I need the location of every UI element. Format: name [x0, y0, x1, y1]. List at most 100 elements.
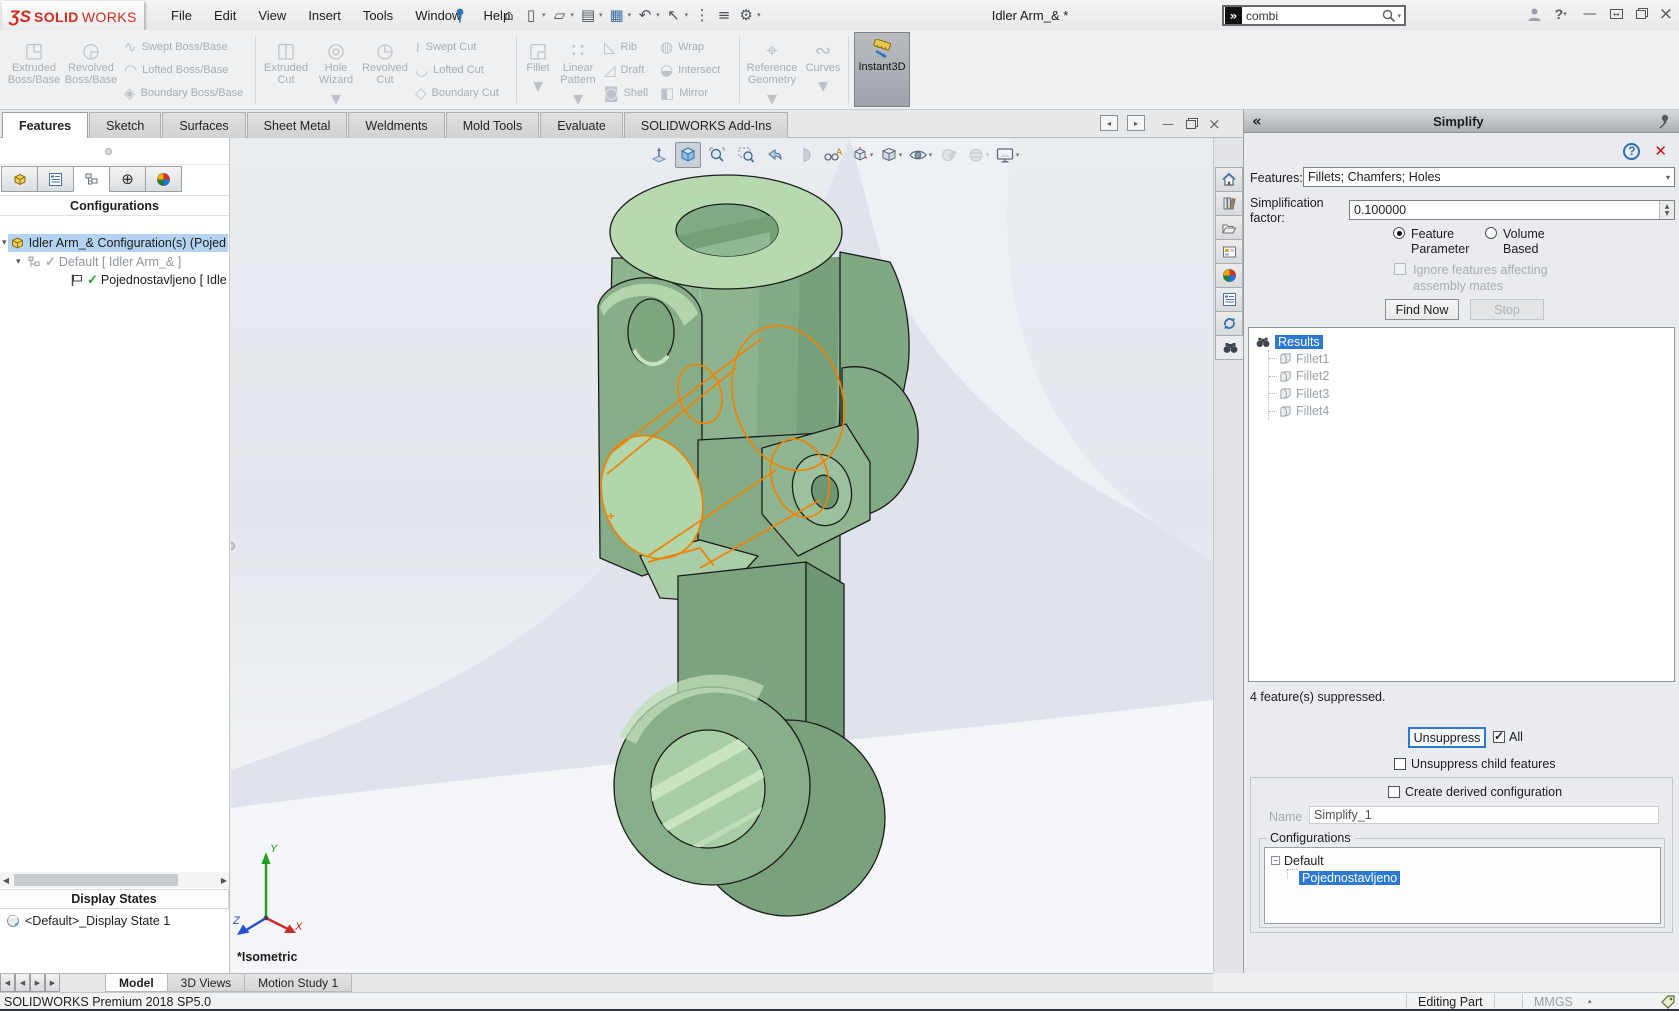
result-fillet-row[interactable]: Fillet4 — [1269, 403, 1668, 421]
display-manager-tab[interactable] — [145, 166, 182, 192]
extruded-cut-button[interactable]: ◫Extruded Cut — [259, 32, 313, 107]
configuration-manager-tab[interactable] — [73, 166, 110, 192]
model-3d[interactable] — [231, 138, 1213, 973]
search-results-tab[interactable] — [1215, 335, 1245, 360]
doc-close-icon[interactable]: × — [1208, 115, 1221, 133]
prev-tab-icon[interactable]: ◀ — [15, 974, 30, 992]
checkbox-icon[interactable] — [1394, 758, 1406, 770]
collapse-left-pane-icon[interactable]: ◂ — [1100, 115, 1118, 131]
swept-cut-button[interactable]: ≀Swept Cut — [415, 36, 513, 57]
expand-right-pane-icon[interactable]: ▸ — [1127, 115, 1145, 131]
bottom-tab[interactable]: Model — [105, 974, 168, 992]
restore-window-icon[interactable] — [1636, 10, 1646, 19]
first-tab-icon[interactable]: ◀ — [0, 974, 15, 992]
splitter-handle-icon[interactable] — [105, 148, 112, 155]
revolved-cut-button[interactable]: ◷Revolved Cut — [359, 32, 411, 107]
draft-button[interactable]: ◿Draft — [604, 59, 658, 80]
hole-wizard-button[interactable]: ◎Hole Wizard▾ — [313, 32, 359, 107]
next-tab-icon[interactable]: ▶ — [30, 974, 45, 992]
select-caret-icon[interactable]: ▾ — [685, 11, 689, 19]
spin-up-icon[interactable]: ▲ — [1665, 203, 1670, 210]
results-list-box[interactable]: Results Fillet1 Fillet2 Fillet3 Fille — [1248, 327, 1675, 682]
config-default-node[interactable]: − Default — [1271, 852, 1654, 869]
close-dialog-icon[interactable]: ✕ — [1654, 142, 1667, 160]
result-fillet-row[interactable]: Fillet2 — [1269, 368, 1668, 386]
search-input[interactable] — [1246, 9, 1381, 23]
zoom-fit-icon[interactable] — [704, 142, 730, 168]
find-now-button[interactable]: Find Now — [1385, 299, 1459, 320]
zoom-area-icon[interactable] — [733, 142, 759, 168]
lofted-cut-button[interactable]: ◡Lofted Cut — [415, 59, 513, 80]
status-tag-icon[interactable] — [1660, 994, 1676, 1011]
config-default-row[interactable]: ▾ ✓ Default [ Idler Arm_& ] — [16, 253, 228, 271]
view-palette-tab[interactable] — [1215, 239, 1243, 264]
lofted-boss-button[interactable]: ◠Lofted Boss/Base — [124, 59, 252, 80]
command-tab[interactable]: Evaluate — [540, 112, 623, 138]
scrollbar-thumb[interactable] — [14, 874, 178, 886]
edit-appearance-icon[interactable] — [936, 142, 962, 168]
section-view-icon[interactable] — [791, 142, 817, 168]
command-tab[interactable]: SOLIDWORKS Add-Ins — [624, 112, 789, 138]
boundary-boss-button[interactable]: ◈Boundary Boss/Base — [124, 82, 252, 103]
rib-button[interactable]: ◺Rib — [604, 36, 658, 57]
help-icon[interactable]: ? — [1623, 143, 1640, 160]
features-dropdown[interactable]: Fillets; Chamfers; Holes ▾ — [1303, 167, 1675, 187]
fillet-caret-icon[interactable]: ▾ — [533, 75, 543, 95]
graphics-viewport[interactable]: A ▾ ▾ ▾ ▾ ▾ Y Z X *Isometric — [231, 138, 1213, 973]
swept-boss-button[interactable]: ∿Swept Boss/Base — [124, 36, 252, 57]
home-tab[interactable] — [1215, 167, 1243, 192]
pin-menubar-icon[interactable] — [452, 7, 466, 26]
open-icon[interactable]: ▱ — [549, 3, 571, 27]
intersect-button[interactable]: ◒Intersect — [660, 59, 736, 80]
display-state-item[interactable]: <Default>_Display State 1 — [6, 912, 170, 930]
bottom-tab[interactable]: Motion Study 1 — [244, 974, 352, 992]
create-derived-checkbox[interactable]: Create derived configuration — [1388, 785, 1562, 799]
linear-pattern-button[interactable]: ∷Linear Pattern▾ — [556, 32, 600, 107]
menu-item[interactable]: Insert — [297, 2, 352, 28]
hole-wizard-caret-icon[interactable]: ▾ — [331, 88, 341, 108]
user-account-icon[interactable] — [1527, 7, 1542, 22]
checkbox-icon[interactable] — [1388, 786, 1400, 798]
linear-pattern-caret-icon[interactable]: ▾ — [573, 88, 583, 108]
minimize-window-icon[interactable]: — — [1583, 6, 1597, 22]
help-caret-icon[interactable]: ▾ — [1563, 10, 1567, 18]
result-fillet-row[interactable]: Fillet1 — [1269, 350, 1668, 368]
collapse-node-icon[interactable]: − — [1271, 856, 1280, 865]
reference-geometry-button[interactable]: ⌖Reference Geometry▾ — [743, 32, 801, 107]
home-icon[interactable]: ⌂ — [498, 3, 520, 27]
view-orientation-icon[interactable]: ▾ — [849, 142, 875, 168]
new-caret-icon[interactable]: ▾ — [542, 11, 546, 19]
mirror-button[interactable]: ◧Mirror — [660, 82, 736, 103]
forum-sync-tab[interactable] — [1215, 311, 1243, 336]
menu-item[interactable]: Edit — [203, 2, 247, 28]
boundary-cut-button[interactable]: ◇Boundary Cut — [415, 82, 513, 103]
menu-item[interactable]: View — [247, 2, 297, 28]
apply-view-icon[interactable] — [646, 142, 672, 168]
search-icon[interactable] — [1381, 8, 1397, 24]
result-fillet-row[interactable]: Fillet3 — [1269, 385, 1668, 403]
collapse-pane-icon[interactable]: « — [1252, 112, 1262, 130]
radio-icon[interactable] — [1485, 227, 1497, 239]
appearances-tab[interactable] — [1215, 263, 1243, 288]
panel-horizontal-scrollbar[interactable]: ◀ ▶ — [0, 872, 229, 888]
search-caret-icon[interactable]: ▾ — [1397, 12, 1401, 20]
open-caret-icon[interactable]: ▾ — [571, 11, 575, 19]
help-icon[interactable]: ? — [1555, 6, 1564, 22]
config-tree-root-row[interactable]: ▾ Idler Arm_& Configuration(s) (Pojed — [2, 234, 228, 252]
select-icon[interactable]: ↖ — [663, 3, 685, 27]
menu-item[interactable]: File — [160, 2, 203, 28]
search-box[interactable]: » ▾ — [1222, 5, 1406, 26]
feature-parameter-radio[interactable]: Feature Parameter — [1393, 227, 1469, 257]
doc-restore-icon[interactable] — [1186, 120, 1196, 129]
bottom-tab[interactable]: 3D Views — [167, 974, 245, 992]
file-explorer-tab[interactable] — [1215, 215, 1243, 240]
annotation-views-icon[interactable]: A — [820, 142, 846, 168]
print-caret-icon[interactable]: ▾ — [628, 11, 632, 19]
all-checkbox[interactable]: All — [1493, 730, 1523, 744]
curves-button[interactable]: ∾Curves▾ — [801, 32, 845, 107]
spin-down-icon[interactable]: ▼ — [1665, 210, 1670, 217]
touch-mode-icon[interactable]: ⋮ — [691, 3, 713, 27]
instant3d-button[interactable]: Instant3D — [854, 32, 910, 107]
display-style-icon[interactable]: ▾ — [878, 142, 904, 168]
doc-minimize-icon[interactable]: — — [1162, 117, 1174, 131]
